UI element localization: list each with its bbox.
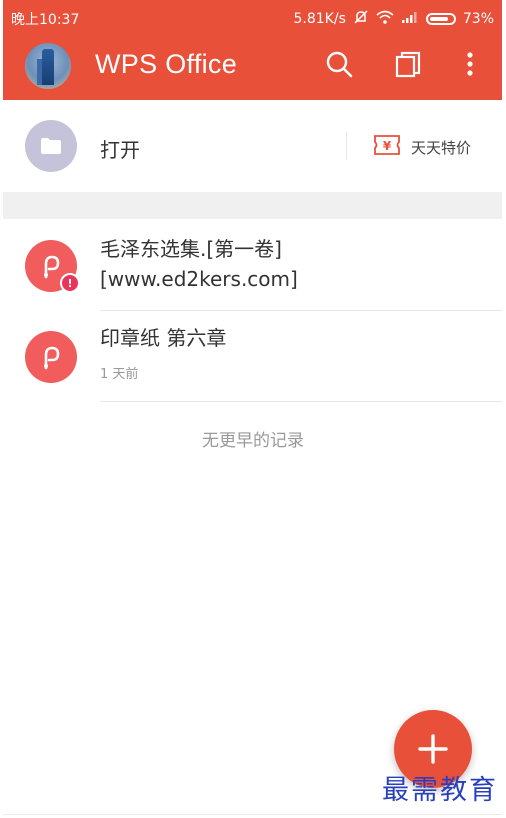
signal-icon xyxy=(401,11,419,27)
wps-doc-icon: ! xyxy=(25,240,80,293)
open-label: 打开 xyxy=(100,138,140,162)
svg-text:¥: ¥ xyxy=(383,139,392,153)
folder-icon xyxy=(25,120,77,172)
file-time: 1 天前 xyxy=(100,367,139,382)
wps-doc-icon xyxy=(25,331,77,383)
row-divider xyxy=(100,401,502,402)
status-bar: 晚上10:37 5.81K/s 73% xyxy=(3,0,502,34)
ticket-icon: ¥ xyxy=(373,134,401,160)
divider xyxy=(346,132,347,160)
status-right: 5.81K/s 73% xyxy=(293,9,494,29)
list-item[interactable]: 印章纸 第六章 1 天前 xyxy=(3,311,502,402)
battery-percent: 73% xyxy=(462,11,494,27)
file-title: 印章纸 第六章 xyxy=(100,326,227,350)
no-more-records: 无更早的记录 xyxy=(202,431,304,451)
more-icon[interactable] xyxy=(454,48,486,80)
list-item[interactable]: ! 毛泽东选集.[第一卷] [www.ed2kers.com] xyxy=(3,219,502,311)
wifi-icon xyxy=(376,10,394,28)
status-time: 晚上10:37 xyxy=(11,12,80,28)
mute-icon xyxy=(353,9,369,29)
watermark: 最需教育 xyxy=(382,775,498,806)
avatar[interactable] xyxy=(25,43,71,89)
app-title: WPS Office xyxy=(95,49,238,79)
windows-icon[interactable] xyxy=(392,48,424,80)
error-badge-icon: ! xyxy=(60,273,80,293)
network-speed: 5.81K/s xyxy=(293,11,346,27)
battery-icon xyxy=(425,13,456,25)
daily-deal-button[interactable]: ¥ 天天特价 xyxy=(373,134,471,160)
file-title: 毛泽东选集.[第一卷] [www.ed2kers.com] xyxy=(100,237,298,291)
search-icon[interactable] xyxy=(323,48,355,80)
open-file-row[interactable]: 打开 ¥ 天天特价 xyxy=(3,100,502,192)
app-bar: WPS Office xyxy=(3,34,502,100)
bottom-divider xyxy=(3,814,502,815)
daily-deal-label: 天天特价 xyxy=(411,138,472,157)
section-spacer xyxy=(3,192,502,219)
plus-icon xyxy=(418,734,448,764)
top-header: 晚上10:37 5.81K/s 73% WPS Office xyxy=(3,0,502,100)
recent-files-list: ! 毛泽东选集.[第一卷] [www.ed2kers.com] 印章纸 第六章 … xyxy=(3,219,502,402)
